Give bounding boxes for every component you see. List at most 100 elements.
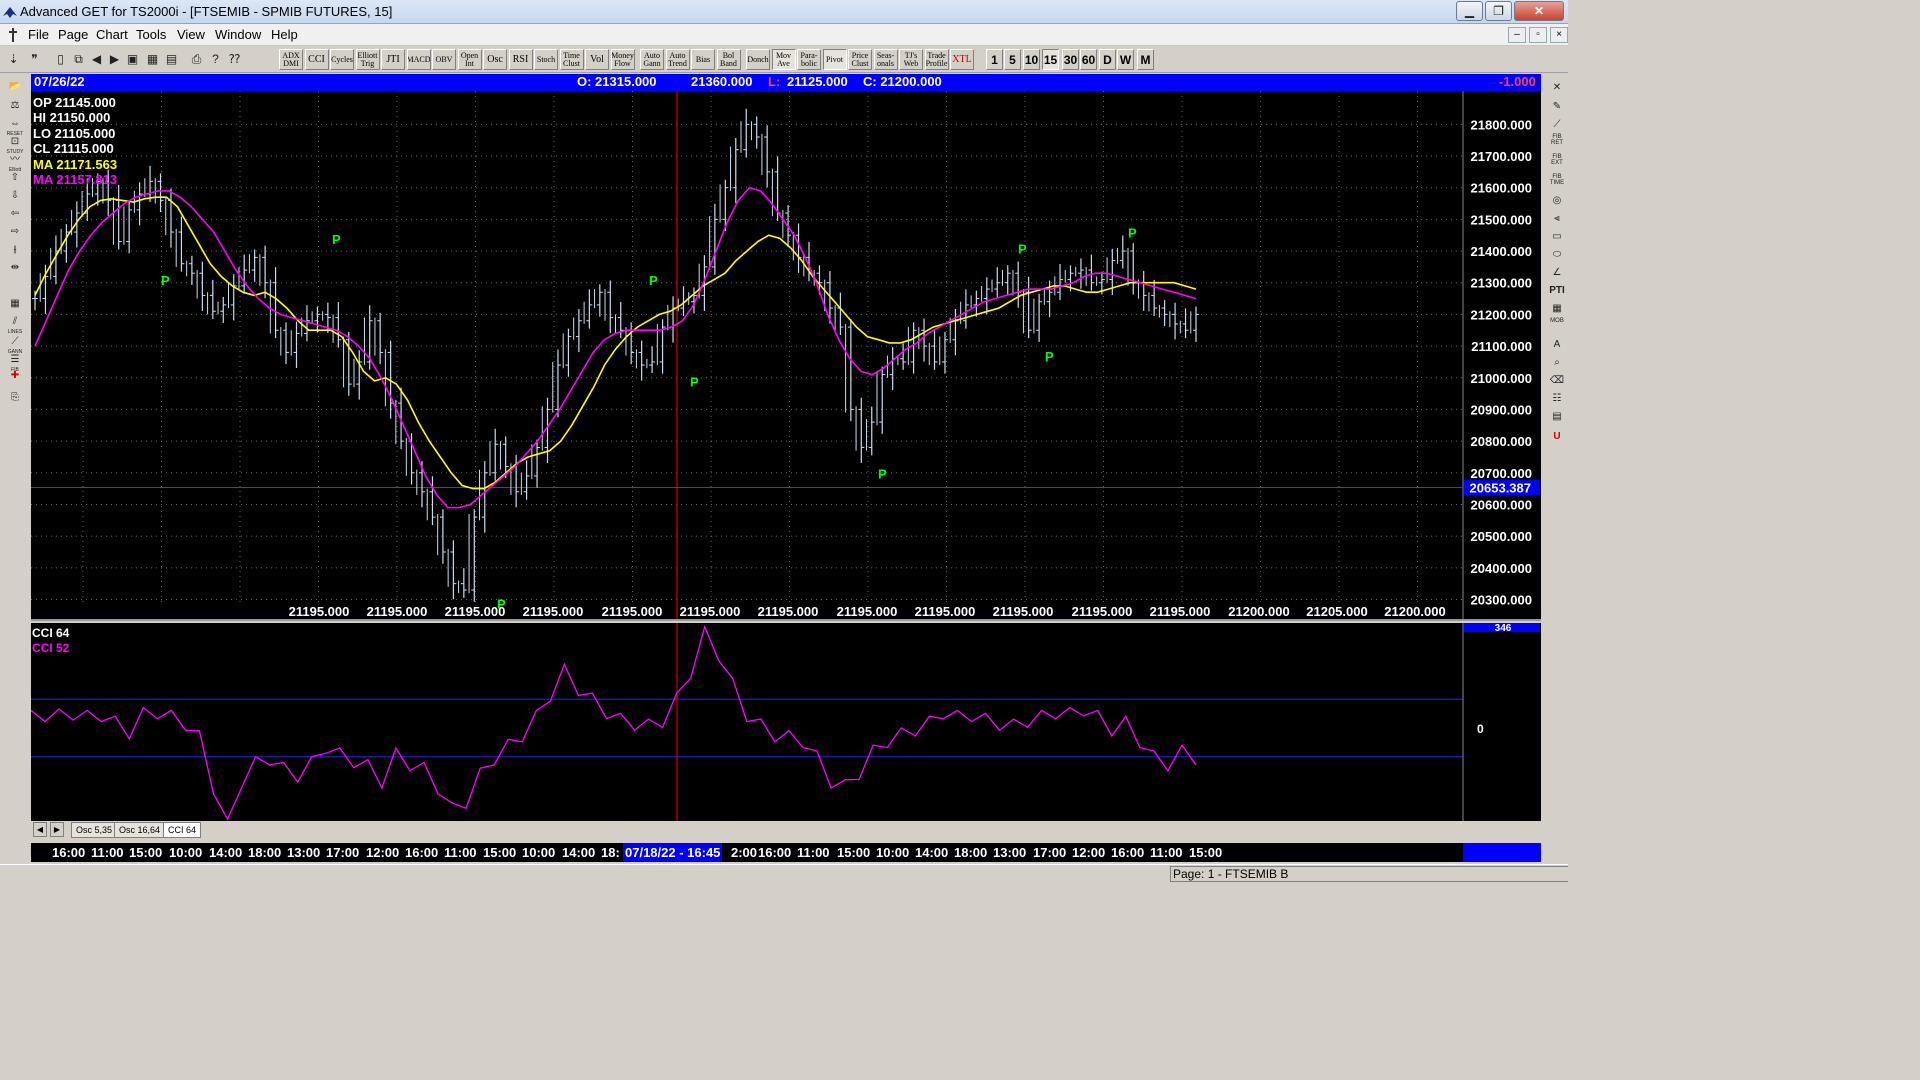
- mdi-restore-button[interactable]: ▫: [1529, 27, 1547, 43]
- timeframe-button-d[interactable]: D: [1099, 49, 1116, 70]
- box-icon[interactable]: ▭: [1547, 228, 1567, 245]
- study-button-macd[interactable]: MACD: [406, 49, 431, 70]
- lines-icon[interactable]: ⫽ LINES: [4, 314, 26, 335]
- study-button-time-clust[interactable]: Time Clust: [559, 49, 584, 70]
- close-button[interactable]: ✕: [1514, 1, 1564, 21]
- table-icon[interactable]: ▤: [163, 50, 180, 69]
- study-button-xtl[interactable]: XTL: [950, 49, 974, 70]
- fan-icon[interactable]: ⫷: [1547, 210, 1567, 227]
- study-button-para-bolic[interactable]: Para- bolic: [797, 49, 821, 70]
- study-button-bias[interactable]: Bias: [691, 49, 715, 70]
- info-icon[interactable]: ?: [207, 50, 224, 69]
- arrow-up-icon[interactable]: ⇧: [4, 170, 26, 186]
- menu-help[interactable]: Help: [271, 27, 298, 42]
- expand-icon[interactable]: ⇹: [4, 260, 26, 276]
- study-button-price-clust[interactable]: Price Clust: [848, 49, 872, 70]
- study-button-rsi[interactable]: RSI: [508, 49, 533, 70]
- copy-icon[interactable]: ⧉: [70, 50, 87, 69]
- study-button-obv[interactable]: OBV: [432, 49, 456, 70]
- study-button-vol[interactable]: Vol: [585, 49, 609, 70]
- timeframe-button-60[interactable]: 60: [1080, 49, 1097, 70]
- document-pin-icon[interactable]: [6, 27, 20, 43]
- angle-icon[interactable]: ∠: [1547, 264, 1567, 281]
- study-button-cycles[interactable]: Cycles: [330, 49, 354, 70]
- text-icon[interactable]: A: [1547, 336, 1567, 353]
- study-icon[interactable]: ⊡ STUDY: [4, 134, 26, 155]
- tab-scroll-left-icon[interactable]: ◀: [33, 822, 47, 837]
- study-button-open-int[interactable]: Open Int: [457, 49, 482, 70]
- study-button-mov-ave[interactable]: Mov Ave: [771, 49, 796, 70]
- pencil-icon[interactable]: ✎: [1547, 98, 1567, 115]
- fib-ret-icon[interactable]: FIB RET: [1547, 134, 1567, 151]
- arrow-right-icon[interactable]: ⇨: [4, 224, 26, 240]
- study-button-osc[interactable]: Osc: [483, 49, 507, 70]
- study-button-donch[interactable]: Donch: [746, 49, 770, 70]
- grid-select-icon[interactable]: ▦: [4, 296, 26, 312]
- menu-view[interactable]: View: [177, 27, 205, 42]
- delete-icon[interactable]: ✕: [1547, 79, 1567, 96]
- study-button-cci[interactable]: CCI: [304, 49, 329, 70]
- study-button-stoch[interactable]: Stoch: [534, 49, 558, 70]
- menu-window[interactable]: Window: [215, 27, 261, 42]
- forward-icon[interactable]: ▶: [106, 50, 123, 69]
- zoom-icon[interactable]: ▣: [124, 50, 141, 69]
- tab-cci-64[interactable]: CCI 64: [163, 822, 202, 838]
- gann-icon[interactable]: ⟋ GANN: [4, 334, 26, 355]
- spiral-icon[interactable]: ◎: [1547, 192, 1567, 209]
- reset-icon[interactable]: ⇔ RESET: [4, 116, 26, 137]
- study-button-trade-profile[interactable]: Trade Profile: [924, 49, 949, 70]
- timeframe-button-15[interactable]: 15: [1042, 49, 1059, 70]
- study-button-auto-gann[interactable]: Auto Gann: [640, 49, 664, 70]
- cci-oscillator-panel[interactable]: 346 0 CCI 64 CCI 52: [31, 623, 1541, 821]
- timeframe-button-1[interactable]: 1: [986, 49, 1003, 70]
- elliott-icon[interactable]: 〰 Elliott: [4, 152, 26, 173]
- study-button-jti[interactable]: JTI: [381, 49, 405, 70]
- arrow-down-icon[interactable]: ⇩: [4, 188, 26, 204]
- mdi-close-button[interactable]: ×: [1550, 27, 1568, 43]
- study-button-money-flow[interactable]: Money Flow: [610, 49, 635, 70]
- back-icon[interactable]: ◀: [88, 50, 105, 69]
- menu-file[interactable]: File: [28, 27, 49, 42]
- mdi-minimize-button[interactable]: –: [1508, 27, 1526, 43]
- tab-scroll-right-icon[interactable]: ▶: [50, 822, 64, 837]
- menu-page[interactable]: Page: [58, 27, 88, 42]
- open-folder-icon[interactable]: 📂: [4, 79, 26, 95]
- new-page-icon[interactable]: ▯: [52, 50, 69, 69]
- study-button-pivot[interactable]: Pivot: [822, 49, 847, 70]
- mob-icon[interactable]: MOB: [1547, 318, 1567, 335]
- magnify-icon[interactable]: ⌕: [1547, 354, 1567, 371]
- fib-icon[interactable]: ☰ FIB: [4, 352, 26, 373]
- print-icon[interactable]: ⎙: [188, 50, 205, 69]
- page-icon[interactable]: ⎘: [4, 390, 26, 406]
- ellipse-icon[interactable]: ⬭: [1547, 246, 1567, 263]
- pti-icon[interactable]: PTI: [1547, 282, 1567, 299]
- scale-icon[interactable]: ⚖: [4, 98, 26, 114]
- tab-osc-16-64[interactable]: Osc 16,64: [114, 822, 166, 838]
- timeframe-button-w[interactable]: W: [1117, 49, 1134, 70]
- study-button-seas-onals[interactable]: Seas- onals: [873, 49, 898, 70]
- line-tool-icon[interactable]: ⟋: [1547, 116, 1567, 133]
- list-icon[interactable]: ☷: [1547, 390, 1567, 407]
- study-button-adx-dmi[interactable]: ADX DMI: [279, 49, 303, 70]
- study-button-bol-band[interactable]: Bol Band: [716, 49, 741, 70]
- crosshair-icon[interactable]: ✚: [4, 368, 26, 384]
- minimize-button[interactable]: ▁: [1456, 1, 1483, 21]
- arrow-left-icon[interactable]: ⇦: [4, 206, 26, 222]
- eraser-icon[interactable]: ⌫: [1547, 372, 1567, 389]
- fib-ext-icon[interactable]: FIB EXT: [1547, 154, 1567, 171]
- price-chart[interactable]: 21800.000 21700.000 21600.000 21500.000 2140…: [31, 91, 1541, 621]
- undo-icon[interactable]: U: [1547, 428, 1567, 445]
- maximize-button[interactable]: ❐: [1485, 1, 1512, 21]
- timeframe-button-30[interactable]: 30: [1062, 49, 1079, 70]
- tab-osc-5-35[interactable]: Osc 5,35: [71, 822, 118, 838]
- study-button-elliott-trig[interactable]: Elliott Trig: [355, 49, 380, 70]
- study-button-auto-trend[interactable]: Auto Trend: [665, 49, 690, 70]
- grid-tool-icon[interactable]: ▦: [1547, 300, 1567, 317]
- bars-icon[interactable]: ⫲: [4, 242, 26, 258]
- notes-icon[interactable]: ▤: [1547, 408, 1567, 425]
- fib-time-icon[interactable]: FIB TIME: [1547, 174, 1567, 191]
- pin-icon[interactable]: ⇣: [5, 50, 22, 69]
- timeframe-button-10[interactable]: 10: [1023, 49, 1040, 70]
- menu-tools[interactable]: Tools: [136, 27, 166, 42]
- timeframe-button-m[interactable]: M: [1137, 49, 1154, 70]
